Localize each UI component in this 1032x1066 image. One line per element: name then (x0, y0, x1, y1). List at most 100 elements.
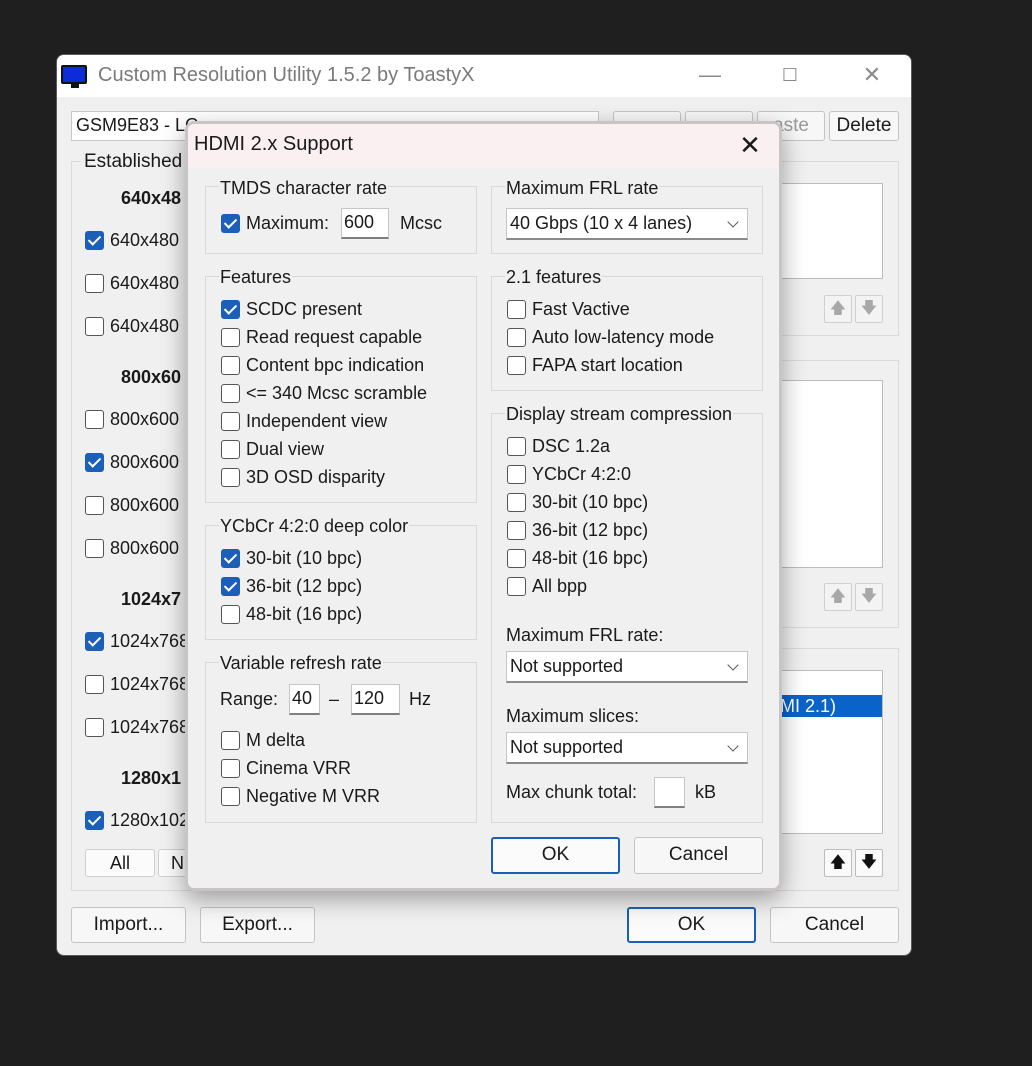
move-down-button[interactable]: 🡇 (855, 849, 883, 877)
feature-dual-view[interactable]: Dual view (221, 439, 324, 460)
selected-extension-item[interactable]: MI 2.1) (778, 695, 882, 717)
checkbox[interactable] (85, 675, 104, 694)
close-button[interactable]: ✕ (852, 61, 892, 89)
main-titlebar[interactable]: Custom Resolution Utility 1.5.2 by Toast… (57, 55, 911, 97)
dialog-cancel-button[interactable]: Cancel (634, 837, 763, 874)
checkbox[interactable] (85, 718, 104, 737)
export-button[interactable]: Export... (200, 907, 315, 943)
checkbox[interactable] (221, 787, 240, 806)
all-button[interactable]: All (85, 849, 155, 877)
feature-scramble[interactable]: <= 340 Mcsc scramble (221, 383, 427, 404)
move-up-button[interactable]: 🡅 (824, 849, 852, 877)
checkbox[interactable] (221, 759, 240, 778)
feature-fast-vactive[interactable]: Fast Vactive (507, 299, 630, 320)
dsc-slices-select[interactable]: Not supported (506, 732, 748, 764)
checkbox[interactable] (221, 412, 240, 431)
ycbcr-48bit[interactable]: 48-bit (16 bpc) (221, 604, 362, 625)
dsc-chunk-input[interactable] (654, 777, 685, 808)
established-item[interactable]: 800x600 (85, 452, 179, 473)
established-item[interactable]: 640x480 (85, 316, 179, 337)
feature-scdc-present[interactable]: SCDC present (221, 299, 362, 320)
dsc-all-bpp[interactable]: All bpp (507, 576, 587, 597)
checkbox[interactable] (221, 356, 240, 375)
established-item[interactable]: 800x600 (85, 495, 179, 516)
checkbox[interactable] (85, 274, 104, 293)
vrr-cinema[interactable]: Cinema VRR (221, 758, 351, 779)
checkbox[interactable] (221, 577, 240, 596)
checkbox[interactable] (85, 317, 104, 336)
feature-3d-osd[interactable]: 3D OSD disparity (221, 467, 385, 488)
checkbox[interactable] (221, 214, 240, 233)
move-up-button[interactable]: 🡅 (824, 583, 852, 611)
checkbox[interactable] (507, 437, 526, 456)
checkbox[interactable] (221, 328, 240, 347)
feature-read-request[interactable]: Read request capable (221, 327, 422, 348)
standard-list[interactable] (767, 380, 883, 568)
checkbox[interactable] (507, 356, 526, 375)
vrr-min-input[interactable]: 40 (289, 684, 320, 715)
dsc-48bit[interactable]: 48-bit (16 bpc) (507, 548, 648, 569)
established-item[interactable]: 1024x768 (85, 674, 189, 695)
checkbox[interactable] (85, 496, 104, 515)
dsc-1-2a[interactable]: DSC 1.2a (507, 436, 610, 457)
dsc-frl-select[interactable]: Not supported (506, 651, 748, 683)
feature-content-bpc[interactable]: Content bpc indication (221, 355, 424, 376)
feature-fapa[interactable]: FAPA start location (507, 355, 683, 376)
feature-allm[interactable]: Auto low-latency mode (507, 327, 714, 348)
vrr-m-delta[interactable]: M delta (221, 730, 305, 751)
checkbox[interactable] (221, 440, 240, 459)
established-item[interactable]: 640x480 (85, 230, 179, 251)
main-ok-button[interactable]: OK (627, 907, 756, 943)
tmds-maximum-checkbox[interactable]: Maximum: (221, 213, 329, 234)
established-item[interactable]: 800x600 (85, 538, 179, 559)
checkbox[interactable] (507, 493, 526, 512)
established-item[interactable]: 1024x768 (85, 717, 189, 738)
dsc-30bit[interactable]: 30-bit (10 bpc) (507, 492, 648, 513)
minimize-button[interactable]: — (690, 61, 730, 89)
checkbox[interactable] (221, 605, 240, 624)
dialog-ok-button[interactable]: OK (491, 837, 620, 874)
import-button[interactable]: Import... (71, 907, 186, 943)
checkbox[interactable] (85, 453, 104, 472)
checkbox[interactable] (85, 539, 104, 558)
dialog-titlebar[interactable]: HDMI 2.x Support ✕ (188, 124, 779, 168)
maximize-button[interactable]: ☐ (770, 61, 810, 89)
checkbox[interactable] (221, 731, 240, 750)
checkbox[interactable] (507, 549, 526, 568)
dsc-36bit[interactable]: 36-bit (12 bpc) (507, 520, 648, 541)
move-down-button[interactable]: 🡇 (855, 583, 883, 611)
checkbox[interactable] (221, 549, 240, 568)
close-icon[interactable]: ✕ (738, 130, 762, 161)
established-item[interactable]: 640x480 (85, 273, 179, 294)
checkbox[interactable] (221, 468, 240, 487)
checkbox[interactable] (507, 577, 526, 596)
checkbox[interactable] (221, 384, 240, 403)
checkbox[interactable] (85, 410, 104, 429)
feature-independent-view[interactable]: Independent view (221, 411, 387, 432)
move-up-button[interactable]: 🡅 (824, 295, 852, 323)
delete-button[interactable]: Delete (829, 111, 899, 141)
detailed-list[interactable] (767, 183, 883, 279)
ycbcr-30bit[interactable]: 30-bit (10 bpc) (221, 548, 362, 569)
ycbcr-36bit[interactable]: 36-bit (12 bpc) (221, 576, 362, 597)
checkbox[interactable] (85, 231, 104, 250)
established-item[interactable]: 1024x768 (85, 631, 189, 652)
tmds-maximum-input[interactable]: 600 (341, 208, 389, 239)
established-item[interactable]: 800x600 (85, 409, 179, 430)
checkbox[interactable] (507, 465, 526, 484)
checkbox[interactable] (221, 300, 240, 319)
vrr-max-input[interactable]: 120 (351, 684, 400, 715)
checkbox[interactable] (507, 300, 526, 319)
frl-select[interactable]: 40 Gbps (10 x 4 lanes) (506, 208, 748, 240)
vrr-negative-m[interactable]: Negative M VRR (221, 786, 380, 807)
checkbox[interactable] (85, 811, 104, 830)
main-cancel-button[interactable]: Cancel (770, 907, 899, 943)
checkbox[interactable] (85, 632, 104, 651)
dsc-label: Display stream compression (505, 404, 734, 425)
checkbox[interactable] (507, 521, 526, 540)
move-down-button[interactable]: 🡇 (855, 295, 883, 323)
established-item[interactable]: 1280x102 (85, 810, 189, 831)
checkbox[interactable] (507, 328, 526, 347)
dsc-ycbcr420[interactable]: YCbCr 4:2:0 (507, 464, 631, 485)
chevron-down-icon (727, 659, 739, 671)
